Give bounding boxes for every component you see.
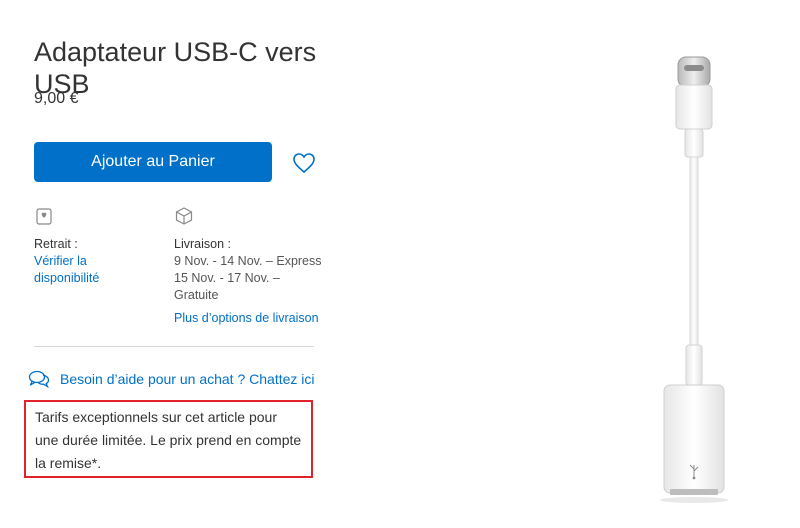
store-icon: [36, 208, 52, 225]
delivery-option-express: 9 Nov. - 14 Nov. – Express: [174, 254, 322, 268]
usb-c-to-usb-adapter-image: [660, 56, 728, 503]
divider: [34, 346, 314, 347]
chat-help-text: Besoin d’aide pour un achat ? Chattez ic…: [60, 371, 315, 387]
box-icon: [175, 207, 193, 225]
delivery-label: Livraison :: [174, 237, 231, 251]
pickup-label: Retrait :: [34, 237, 78, 251]
chat-help-link[interactable]: Besoin d’aide pour un achat ? Chattez ic…: [28, 370, 315, 388]
check-availability-link[interactable]: Vérifier la disponibilité: [34, 253, 144, 287]
product-price: 9,00 €: [34, 90, 79, 107]
pickup-section: Retrait : Vérifier la disponibilité: [34, 206, 144, 287]
delivery-section: Livraison : 9 Nov. - 14 Nov. – Express 1…: [174, 206, 324, 304]
chat-bubbles-icon: [28, 370, 50, 388]
add-to-cart-button[interactable]: Ajouter au Panier: [34, 142, 272, 182]
promo-notice: Tarifs exceptionnels sur cet article pou…: [24, 400, 313, 478]
delivery-option-free: 15 Nov. - 17 Nov. – Gratuite: [174, 271, 280, 302]
more-delivery-options-link[interactable]: Plus d’options de livraison: [174, 311, 319, 325]
heart-icon[interactable]: [292, 152, 316, 174]
